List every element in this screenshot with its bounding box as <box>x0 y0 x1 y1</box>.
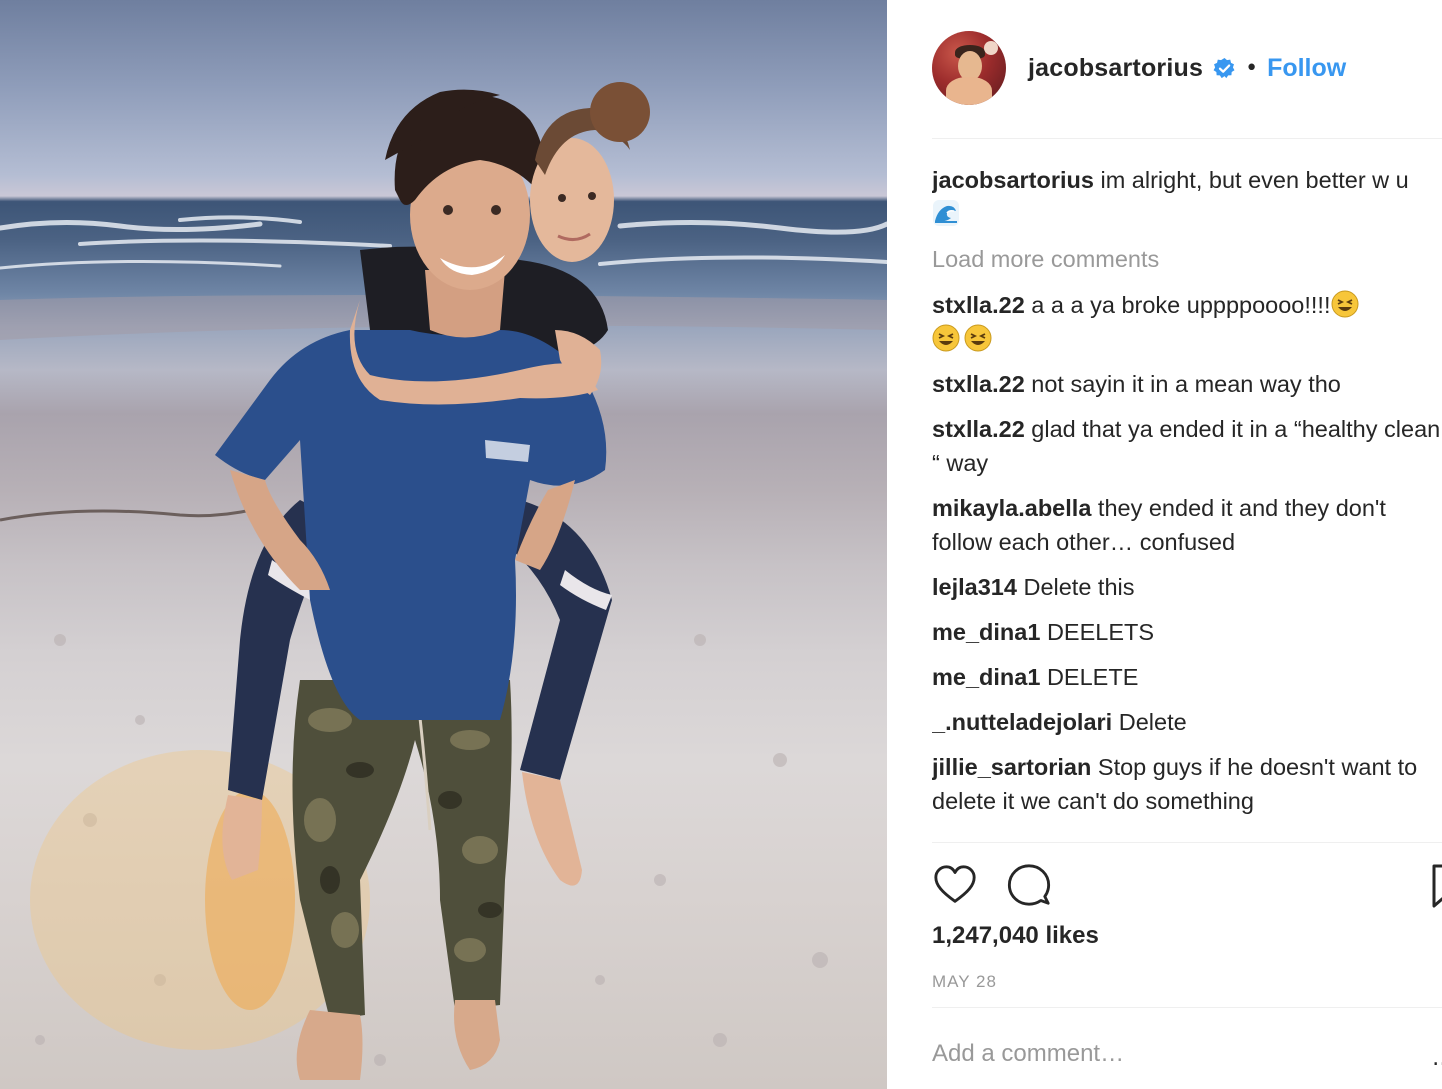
comment-username[interactable]: lejla314 <box>932 574 1017 600</box>
comment-item: me_dina1 DELETE <box>932 660 1442 694</box>
bookmark-button[interactable] <box>1430 862 1442 910</box>
wave-emoji-icon <box>933 200 959 226</box>
comment-text: Delete <box>1112 709 1187 735</box>
heart-icon[interactable] <box>932 862 978 908</box>
post-date: MAY 28 <box>932 972 997 991</box>
comment-item: stxlla.22 glad that ya ended it in a “he… <box>932 412 1442 480</box>
comment-icon[interactable] <box>1006 862 1052 908</box>
follow-button[interactable]: Follow <box>1267 54 1346 83</box>
load-more-comments[interactable]: Load more comments <box>932 242 1442 276</box>
caption: jacobsartorius im alright, but even bett… <box>932 163 1442 231</box>
author-username[interactable]: jacobsartorius <box>1028 54 1203 83</box>
comment-username[interactable]: stxlla.22 <box>932 416 1025 442</box>
caption-text: im alright, but even better w u <box>1093 167 1409 193</box>
avatar[interactable] <box>932 31 1006 105</box>
actions-divider <box>932 842 1442 843</box>
comments-list[interactable]: jacobsartorius im alright, but even bett… <box>932 163 1442 843</box>
comment-username[interactable]: _.nutteladejolari <box>932 709 1112 735</box>
comment-item: me_dina1 DEELETS <box>932 615 1442 649</box>
post-photo[interactable] <box>0 0 887 1089</box>
comment-item: mikayla.abella they ended it and they do… <box>932 491 1442 559</box>
laughing-emoji-icon <box>964 324 992 352</box>
comment-username[interactable]: jillie_sartorian <box>932 754 1091 780</box>
comment-text: DELETE <box>1040 664 1139 690</box>
comment-item: jillie_sartorian Stop guys if he doesn't… <box>932 750 1442 818</box>
comment-username[interactable]: mikayla.abella <box>932 495 1091 521</box>
comment-text: Delete this <box>1016 574 1135 600</box>
more-options-icon[interactable]: … <box>1432 1046 1442 1071</box>
comment-item: _.nutteladejolari Delete <box>932 705 1442 739</box>
caption-username[interactable]: jacobsartorius <box>932 167 1094 193</box>
comment-username[interactable]: me_dina1 <box>932 664 1040 690</box>
comment-box-divider <box>932 1007 1442 1008</box>
comment-item: stxlla.22 a a a ya broke uppppoooo!!!! <box>932 288 1442 356</box>
comment-text: not sayin it in a mean way tho <box>1024 371 1341 397</box>
laughing-emoji-icon <box>932 324 960 352</box>
comment-username[interactable]: stxlla.22 <box>932 292 1025 318</box>
separator-dot: • <box>1245 55 1259 81</box>
post-sidebar: jacobsartorius • Follow jacobsartorius i… <box>887 0 1442 1089</box>
beach-photo-illustration <box>0 82 887 1080</box>
verified-badge-icon <box>1213 57 1235 78</box>
avatar-flower <box>984 41 998 55</box>
comment-item: stxlla.22 not sayin it in a mean way tho <box>932 367 1442 401</box>
bookmark-icon <box>1432 864 1442 908</box>
comment-item: lejla314 Delete this <box>932 570 1442 604</box>
comment-text: DEELETS <box>1040 619 1155 645</box>
header-divider <box>932 138 1442 139</box>
avatar-body <box>946 77 992 105</box>
post-header: jacobsartorius • Follow <box>932 30 1346 106</box>
laughing-emoji-icon <box>1331 290 1358 318</box>
add-comment-input[interactable] <box>932 1040 1432 1068</box>
comment-username[interactable]: stxlla.22 <box>932 371 1025 397</box>
comment-text: a a a ya broke uppppoooo!!!! <box>1024 292 1331 318</box>
comment-username[interactable]: me_dina1 <box>932 619 1040 645</box>
like-count[interactable]: 1,247,040 likes <box>932 922 1099 950</box>
action-bar <box>932 862 1052 908</box>
